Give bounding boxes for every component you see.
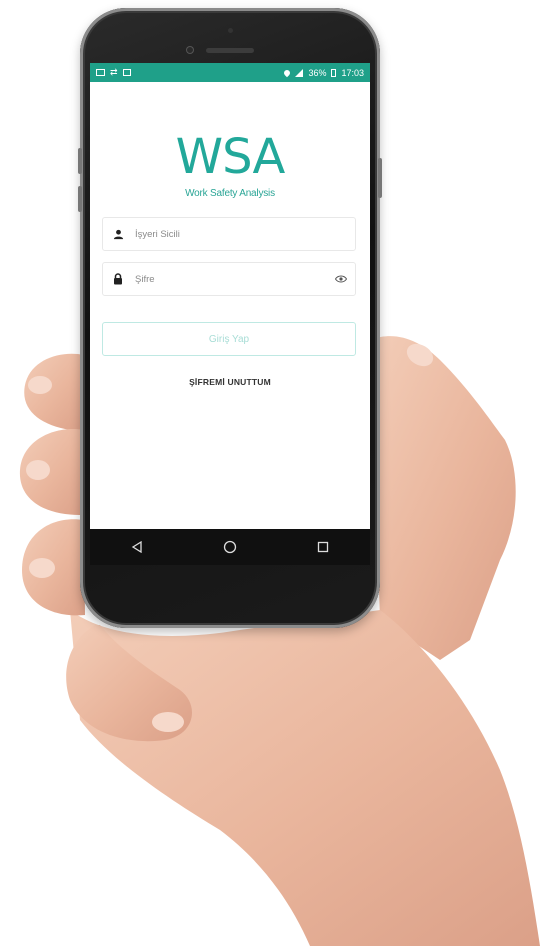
back-icon[interactable]: [122, 532, 152, 562]
employee-id-input[interactable]: [133, 227, 355, 241]
front-camera: [186, 46, 194, 54]
employee-id-field[interactable]: [102, 217, 356, 251]
status-bar: ⇄ 36% 17:03: [90, 63, 370, 82]
forgot-password-link[interactable]: ŞİFREMİ UNUTTUM: [90, 377, 370, 387]
battery-icon: [331, 68, 337, 77]
eye-icon[interactable]: [327, 275, 355, 283]
password-field[interactable]: [102, 262, 356, 296]
mail-icon: [96, 69, 105, 76]
cast-icon: ⇄: [110, 67, 118, 77]
app-logo-subtitle: Work Safety Analysis: [185, 188, 275, 199]
power-button: [378, 158, 382, 198]
volume-button: [78, 186, 82, 212]
signal-icon: [295, 68, 304, 77]
recents-icon[interactable]: [308, 532, 338, 562]
app-logo-title: WSA: [175, 129, 286, 185]
user-icon: [103, 229, 133, 240]
app-screen: ⇄ 36% 17:03 WSA Work Safety Analysis İşy…: [90, 63, 370, 565]
login-button[interactable]: Giriş Yap: [102, 322, 356, 356]
password-input[interactable]: [133, 272, 327, 286]
image-icon: [122, 69, 131, 76]
earpiece-speaker: [206, 48, 254, 53]
volume-button: [78, 148, 82, 174]
battery-percent: 36%: [308, 67, 327, 78]
phone-device: ⇄ 36% 17:03 WSA Work Safety Analysis İşy…: [78, 8, 382, 628]
location-icon: [283, 68, 292, 77]
android-nav-bar: [90, 529, 370, 565]
clock-time: 17:03: [341, 67, 364, 78]
lock-icon: [103, 273, 133, 285]
home-icon[interactable]: [215, 532, 245, 562]
sensor-dot: [228, 28, 233, 33]
